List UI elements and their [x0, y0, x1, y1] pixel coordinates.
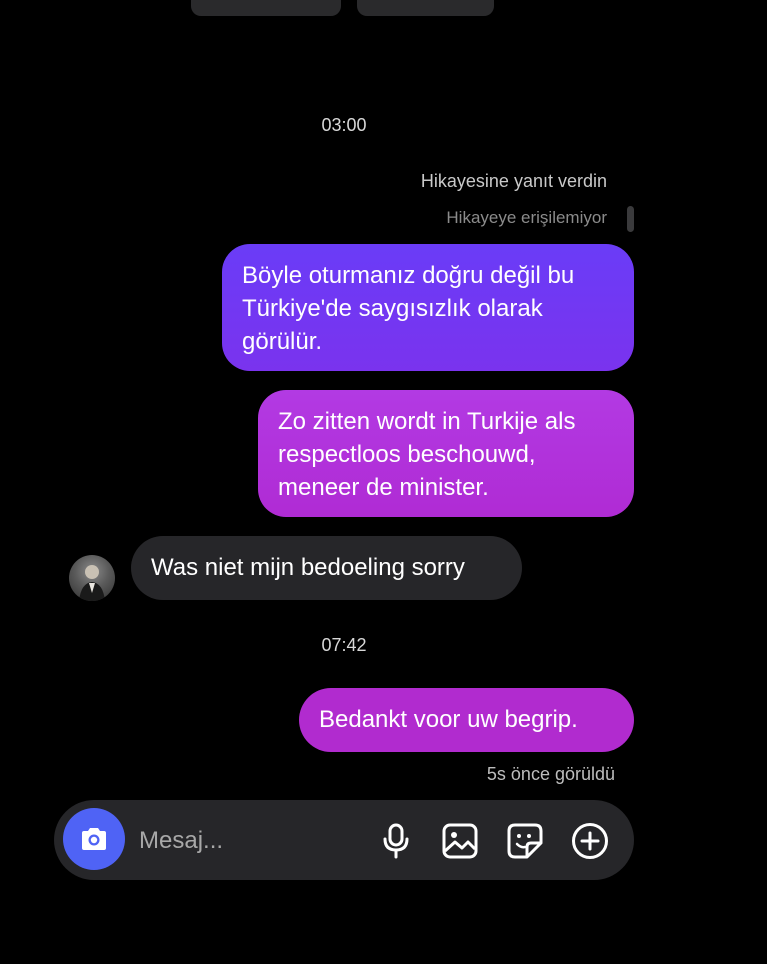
- top-action-chip-left[interactable]: [191, 0, 341, 16]
- seen-status: 5s önce görüldü: [486, 764, 615, 784]
- received-message-bubble[interactable]: Was niet mijn bedoeling sorry: [131, 536, 522, 600]
- timestamp: 03:00: [321, 115, 367, 135]
- timestamp: 07:42: [321, 635, 367, 655]
- microphone-button[interactable]: [376, 821, 416, 861]
- sticker-button[interactable]: [505, 821, 545, 861]
- camera-button[interactable]: [63, 808, 125, 870]
- add-button[interactable]: [570, 821, 610, 861]
- sticker-icon: [507, 823, 543, 859]
- story-reply-label: Hikayesine yanıt verdin: [420, 171, 607, 191]
- top-action-chip-right[interactable]: [357, 0, 494, 16]
- gallery-button[interactable]: [440, 821, 480, 861]
- story-unavailable-label[interactable]: Hikayeye erişilemiyor: [446, 208, 607, 228]
- sent-message-bubble[interactable]: Zo zitten wordt in Turkije als respectlo…: [258, 390, 634, 517]
- story-reference-bar: [627, 206, 634, 232]
- camera-icon: [82, 828, 106, 850]
- message-composer: [54, 800, 634, 880]
- sent-message-bubble[interactable]: Böyle oturmanız doğru değil bu Türkiye'd…: [222, 244, 634, 371]
- sent-message-bubble[interactable]: Bedankt voor uw begrip.: [299, 688, 634, 752]
- add-icon: [572, 823, 608, 859]
- avatar[interactable]: [69, 555, 115, 601]
- message-input[interactable]: [137, 820, 361, 862]
- microphone-icon: [383, 823, 409, 859]
- gallery-icon: [442, 823, 478, 859]
- person-avatar-icon: [79, 565, 105, 601]
